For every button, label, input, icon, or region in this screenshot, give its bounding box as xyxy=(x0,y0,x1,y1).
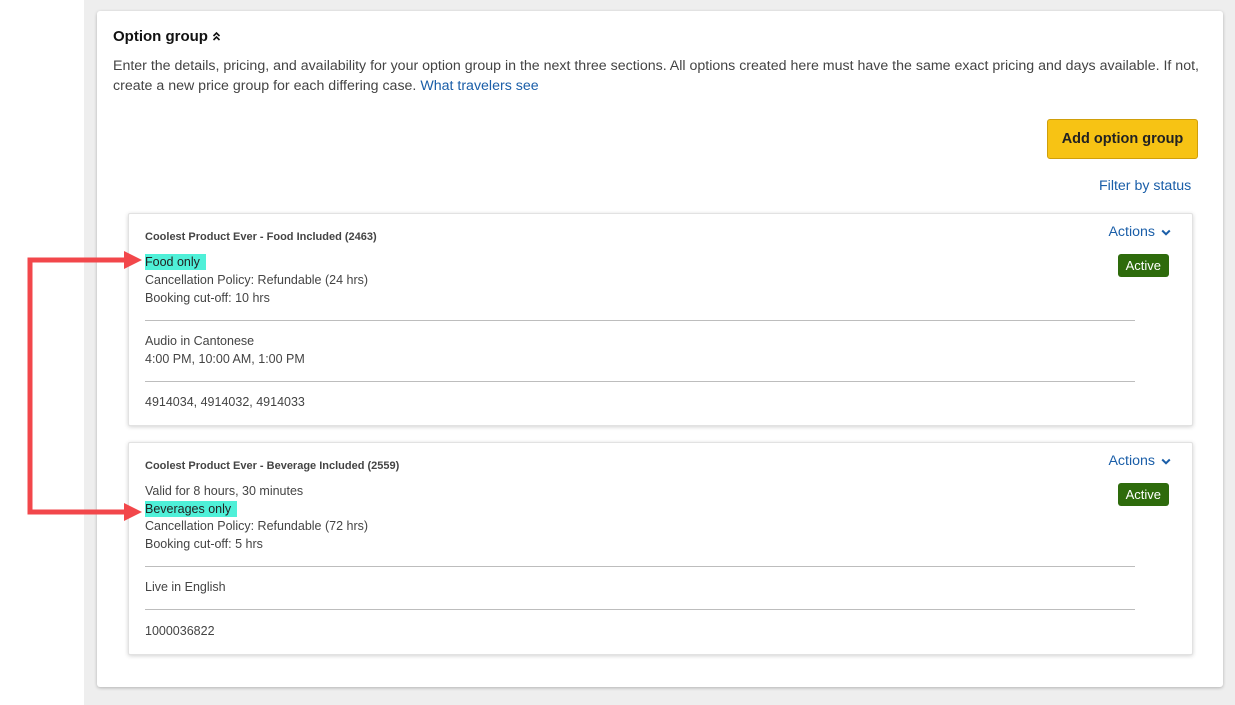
booking-cutoff: Booking cut-off: 10 hrs xyxy=(145,291,270,305)
status-badge: Active xyxy=(1117,254,1169,277)
divider xyxy=(145,609,1135,610)
actions-dropdown[interactable]: Actions xyxy=(1108,224,1171,240)
actions-label: Actions xyxy=(1108,453,1155,469)
booking-cutoff: Booking cut-off: 5 hrs xyxy=(145,537,263,551)
actions-label: Actions xyxy=(1108,224,1155,240)
option-ids: 1000036822 xyxy=(145,624,215,638)
option-group-title: Option group xyxy=(113,28,208,45)
divider xyxy=(145,566,1135,567)
status-badge: Active xyxy=(1117,483,1169,506)
option-group-description: Enter the details, pricing, and availabi… xyxy=(113,56,1203,96)
card-title: Coolest Product Ever - Food Included (24… xyxy=(145,231,377,243)
page: Option group Enter the details, pricing,… xyxy=(0,0,1235,705)
language-guide: Audio in Cantonese xyxy=(145,334,255,348)
option-ids: 4914034, 4914032, 4914033 xyxy=(145,395,305,409)
add-option-group-button[interactable]: Add option group xyxy=(1047,119,1198,159)
option-group-panel: Option group Enter the details, pricing,… xyxy=(97,11,1223,687)
highlighted-option-name: Beverages only xyxy=(145,500,238,518)
chevron-down-icon xyxy=(1161,458,1171,465)
card-title: Coolest Product Ever - Beverage Included… xyxy=(145,460,400,472)
option-group-header[interactable]: Option group xyxy=(113,28,221,45)
left-blank-area xyxy=(0,0,84,705)
start-times: 4:00 PM, 10:00 AM, 1:00 PM xyxy=(145,352,305,366)
validity-duration: Valid for 8 hours, 30 minutes xyxy=(145,484,304,498)
chevron-down-icon xyxy=(1161,229,1171,236)
language-guide: Live in English xyxy=(145,580,226,594)
cancellation-policy: Cancellation Policy: Refundable (72 hrs) xyxy=(145,519,369,533)
what-travelers-see-link[interactable]: What travelers see xyxy=(420,78,538,94)
filter-by-status-link[interactable]: Filter by status xyxy=(1099,178,1191,194)
description-text: Enter the details, pricing, and availabi… xyxy=(113,58,1199,94)
divider xyxy=(145,320,1135,321)
divider xyxy=(145,381,1135,382)
highlight-food-only: Food only xyxy=(145,254,206,270)
highlighted-option-name: Food only xyxy=(145,253,206,271)
option-card-beverage: Coolest Product Ever - Beverage Included… xyxy=(128,442,1193,655)
highlight-beverages-only: Beverages only xyxy=(145,501,238,517)
option-card-food: Coolest Product Ever - Food Included (24… xyxy=(128,213,1193,426)
chevron-up-double-icon[interactable] xyxy=(212,31,221,42)
actions-dropdown[interactable]: Actions xyxy=(1108,453,1171,469)
cancellation-policy: Cancellation Policy: Refundable (24 hrs) xyxy=(145,273,369,287)
